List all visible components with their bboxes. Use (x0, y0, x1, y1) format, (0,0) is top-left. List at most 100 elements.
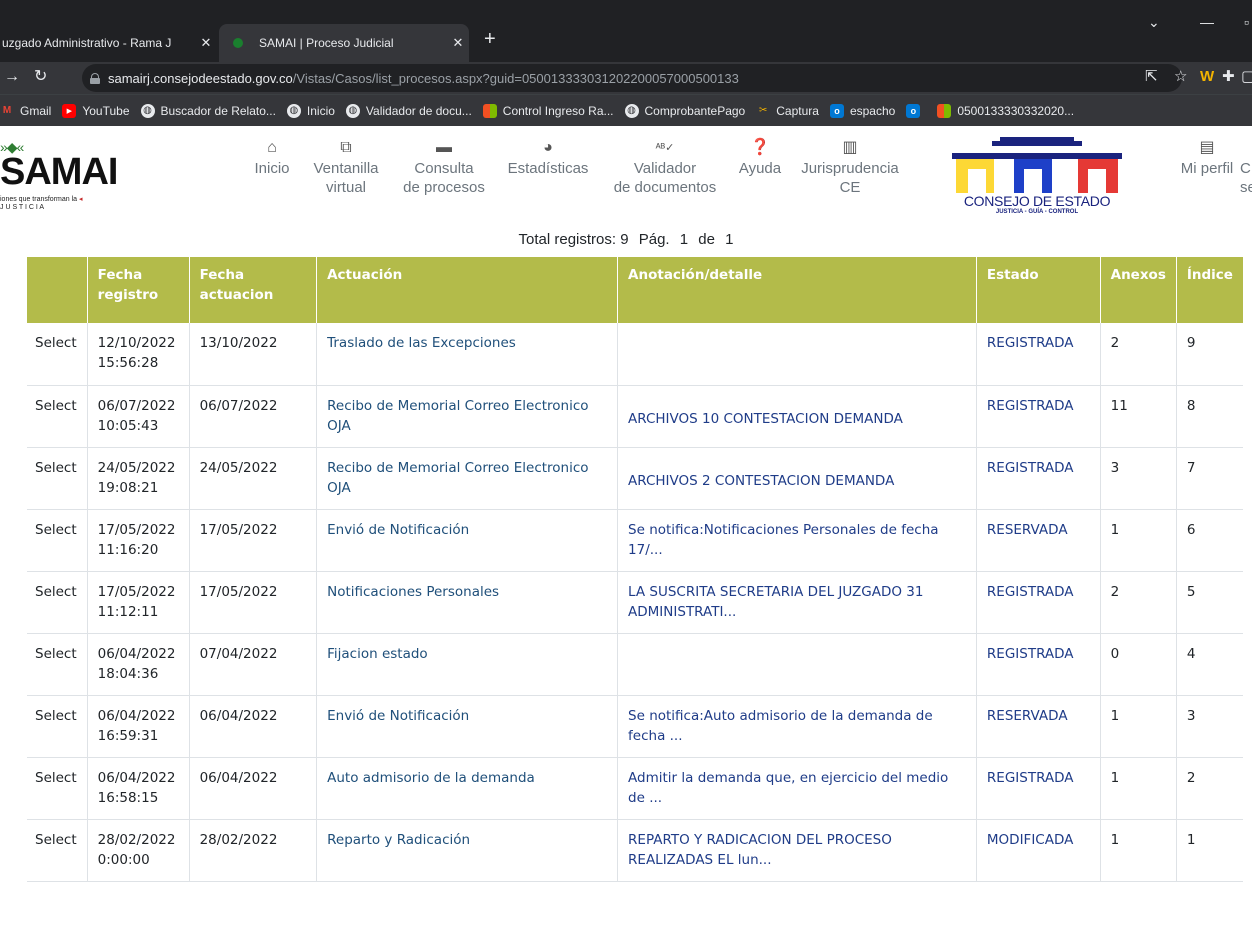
bookmark-control-ingreso[interactable]: Control Ingreso Ra... (482, 103, 614, 118)
col-header-estado[interactable]: Estado (976, 257, 1101, 323)
select-link[interactable]: Select (27, 633, 88, 696)
current-page[interactable]: 1 (680, 231, 688, 248)
maximize-icon[interactable]: ▫ (1244, 14, 1249, 30)
reload-icon[interactable]: ↻ (34, 68, 47, 86)
nav-cerrar-sesion[interactable]: C se (1240, 137, 1252, 197)
select-link[interactable]: Select (27, 447, 88, 510)
extension-w-icon[interactable]: W (1200, 69, 1214, 85)
nav-estadisticas[interactable]: ◕ Estadísticas (503, 137, 593, 178)
logo-tagline-line2: J U S T I C I A (0, 204, 45, 211)
nav-label: Ventanilla (313, 160, 379, 177)
estado-cell-text: REGISTRADA (986, 769, 1074, 786)
indice-cell: 1 (1176, 819, 1243, 882)
anexos-cell: 1 (1100, 819, 1177, 882)
side-panel-icon[interactable]: ▢ (1241, 69, 1252, 85)
select-link[interactable]: Select (27, 323, 88, 386)
nav-ventanilla[interactable]: ⧉ Ventanilla virtual (308, 137, 384, 197)
select-link-text: Select (35, 645, 77, 662)
estado-cell-text: RESERVADA (986, 707, 1068, 724)
select-link[interactable]: Select (27, 571, 88, 634)
bookmark-youtube[interactable]: ▶ YouTube (62, 103, 130, 118)
nav-ayuda[interactable]: ❓ Ayuda (734, 137, 786, 178)
select-link[interactable]: Select (27, 509, 88, 572)
minimize-icon[interactable]: — (1200, 14, 1214, 30)
nav-label: de procesos (403, 179, 485, 196)
bookmark-outlook[interactable]: o (906, 103, 926, 118)
col-header-indice[interactable]: Índice (1176, 257, 1243, 323)
anotacion-link-text: Admitir la demanda que, en ejercicio del… (628, 769, 949, 806)
anexos-cell: 2 (1100, 323, 1177, 386)
bookmark-comprobante[interactable]: ◍ ComprobantePago (624, 103, 745, 118)
nav-label: Mi perfil (1180, 160, 1234, 177)
anotacion-link[interactable]: Se notifica:Notificaciones Personales de… (617, 509, 977, 572)
tab-samai[interactable]: SAMAI | Proceso Judicial ✕ (219, 24, 469, 62)
extensions-puzzle-icon[interactable]: ✚ (1222, 69, 1235, 85)
table-row: Select 06/04/2022 16:58:15 06/04/2022 Auto a… (27, 757, 1243, 820)
samai-logo[interactable]: »◆« SAMAI iones que transforman la ◂ J U… (0, 133, 120, 213)
fecha-registro-cell: 06/04/2022 16:58:15 (87, 757, 190, 820)
bookmark-captura[interactable]: ✂ Captura (756, 104, 819, 118)
bookmark-gmail[interactable]: M Gmail (0, 104, 52, 118)
select-link[interactable]: Select (27, 385, 88, 448)
nav-validador[interactable]: ᴬᴮ✓ Validador de documentos (606, 137, 724, 197)
select-link-text: Select (35, 831, 77, 848)
bookmark-proceso[interactable]: 0500133330332020... (937, 103, 1074, 118)
actuacion-cell: Reparto y Radicación (316, 819, 619, 882)
anotacion-link[interactable]: REPARTO Y RADICACION DEL PROCESO REALIZA… (617, 819, 977, 882)
logo-text: SAMAI (0, 151, 118, 193)
anotacion-link[interactable]: ARCHIVOS 10 CONTESTACION DEMANDA (617, 385, 977, 448)
fecha-actuacion-cell: 24/05/2022 (189, 447, 318, 510)
anexos-cell-text: 1 (1110, 769, 1120, 786)
actuacion-cell-text: Recibo de Memorial Correo Electronico OJ… (327, 459, 589, 496)
col-header-anotacion[interactable]: Anotación/detalle (617, 257, 977, 323)
fecha-registro-cell-text: 12/10/2022 (97, 335, 176, 351)
col-header-anexos[interactable]: Anexos (1100, 257, 1177, 323)
anexos-cell: 2 (1100, 571, 1177, 634)
col-header-fecha-registro[interactable]: Fecha registro (87, 257, 190, 323)
anotacion-link[interactable]: Se notifica:Auto admisorio de la demanda… (617, 695, 977, 758)
nav-jurisprudencia[interactable]: ▥ Jurisprudencia CE (794, 137, 906, 197)
nav-mi-perfil[interactable]: ▤ Mi perfil (1172, 137, 1242, 178)
ce-subtitle: JUSTICIA - GUÍA - CONTROL (995, 209, 1079, 215)
bookmark-star-icon[interactable]: ☆ (1174, 69, 1187, 85)
close-icon[interactable]: ✕ (447, 35, 469, 51)
bookmark-inicio[interactable]: ◍ Inicio (286, 103, 335, 118)
share-icon[interactable]: ⇱ (1145, 69, 1158, 85)
new-tab-icon[interactable]: + (484, 29, 496, 49)
col-header-fecha-actuacion[interactable]: Fecha actuacion (189, 257, 318, 323)
address-bar[interactable]: samairj.consejodeestado.gov.co/Vistas/Ca… (82, 64, 1182, 92)
anotacion-link-text: ARCHIVOS 2 CONTESTACION DEMANDA (628, 472, 895, 489)
col-header-actuacion[interactable]: Actuación (316, 257, 619, 323)
consejo-de-estado-logo[interactable]: CONSEJO DE ESTADO JUSTICIA - GUÍA - CONT… (952, 135, 1122, 215)
lock-icon (90, 72, 100, 84)
anotacion-link[interactable] (617, 633, 977, 696)
bookmark-validador[interactable]: ◍ Validador de docu... (345, 103, 472, 118)
select-link[interactable]: Select (27, 695, 88, 758)
nav-icon-placeholder (1240, 137, 1252, 159)
globe-icon: ◍ (286, 103, 301, 118)
select-link-text: Select (35, 521, 77, 538)
fecha-registro-cell-text: 11:12:11 (97, 603, 159, 620)
bookmarks-bar: M Gmail ▶ YouTube ◍ Buscador de Relato..… (0, 94, 1252, 126)
forward-icon[interactable]: → (4, 68, 20, 86)
tab-juzgado[interactable]: uzgado Administrativo - Rama J ✕ (0, 24, 217, 62)
nav-consulta[interactable]: ▬ Consulta de procesos (396, 137, 492, 197)
bookmark-buscador[interactable]: ◍ Buscador de Relato... (140, 103, 276, 118)
nav-inicio[interactable]: ⌂ Inicio (248, 137, 296, 178)
estado-cell-text: REGISTRADA (986, 335, 1074, 351)
tab-title: SAMAI | Proceso Judicial (259, 36, 394, 50)
tab-search-chevron-icon[interactable]: ⌄ (1148, 14, 1160, 31)
bookmark-espacho[interactable]: o espacho (829, 103, 895, 118)
anotacion-link[interactable]: LA SUSCRITA SECRETARIA DEL JUZGADO 31 AD… (617, 571, 977, 634)
fecha-registro-cell: 17/05/2022 11:12:11 (87, 571, 190, 634)
select-link[interactable]: Select (27, 819, 88, 882)
select-link[interactable]: Select (27, 757, 88, 820)
fecha-actuacion-cell-text: 06/04/2022 (199, 769, 278, 786)
nav-label: Inicio (254, 160, 290, 177)
anotacion-link[interactable]: Admitir la demanda que, en ejercicio del… (617, 757, 977, 820)
fecha-actuacion-cell-text: 17/05/2022 (199, 583, 278, 600)
anotacion-link[interactable] (617, 323, 977, 386)
url-host: samairj.consejodeestado.gov.co (108, 70, 293, 86)
anotacion-link[interactable]: ARCHIVOS 2 CONTESTACION DEMANDA (617, 447, 977, 510)
close-icon[interactable]: ✕ (195, 35, 217, 51)
